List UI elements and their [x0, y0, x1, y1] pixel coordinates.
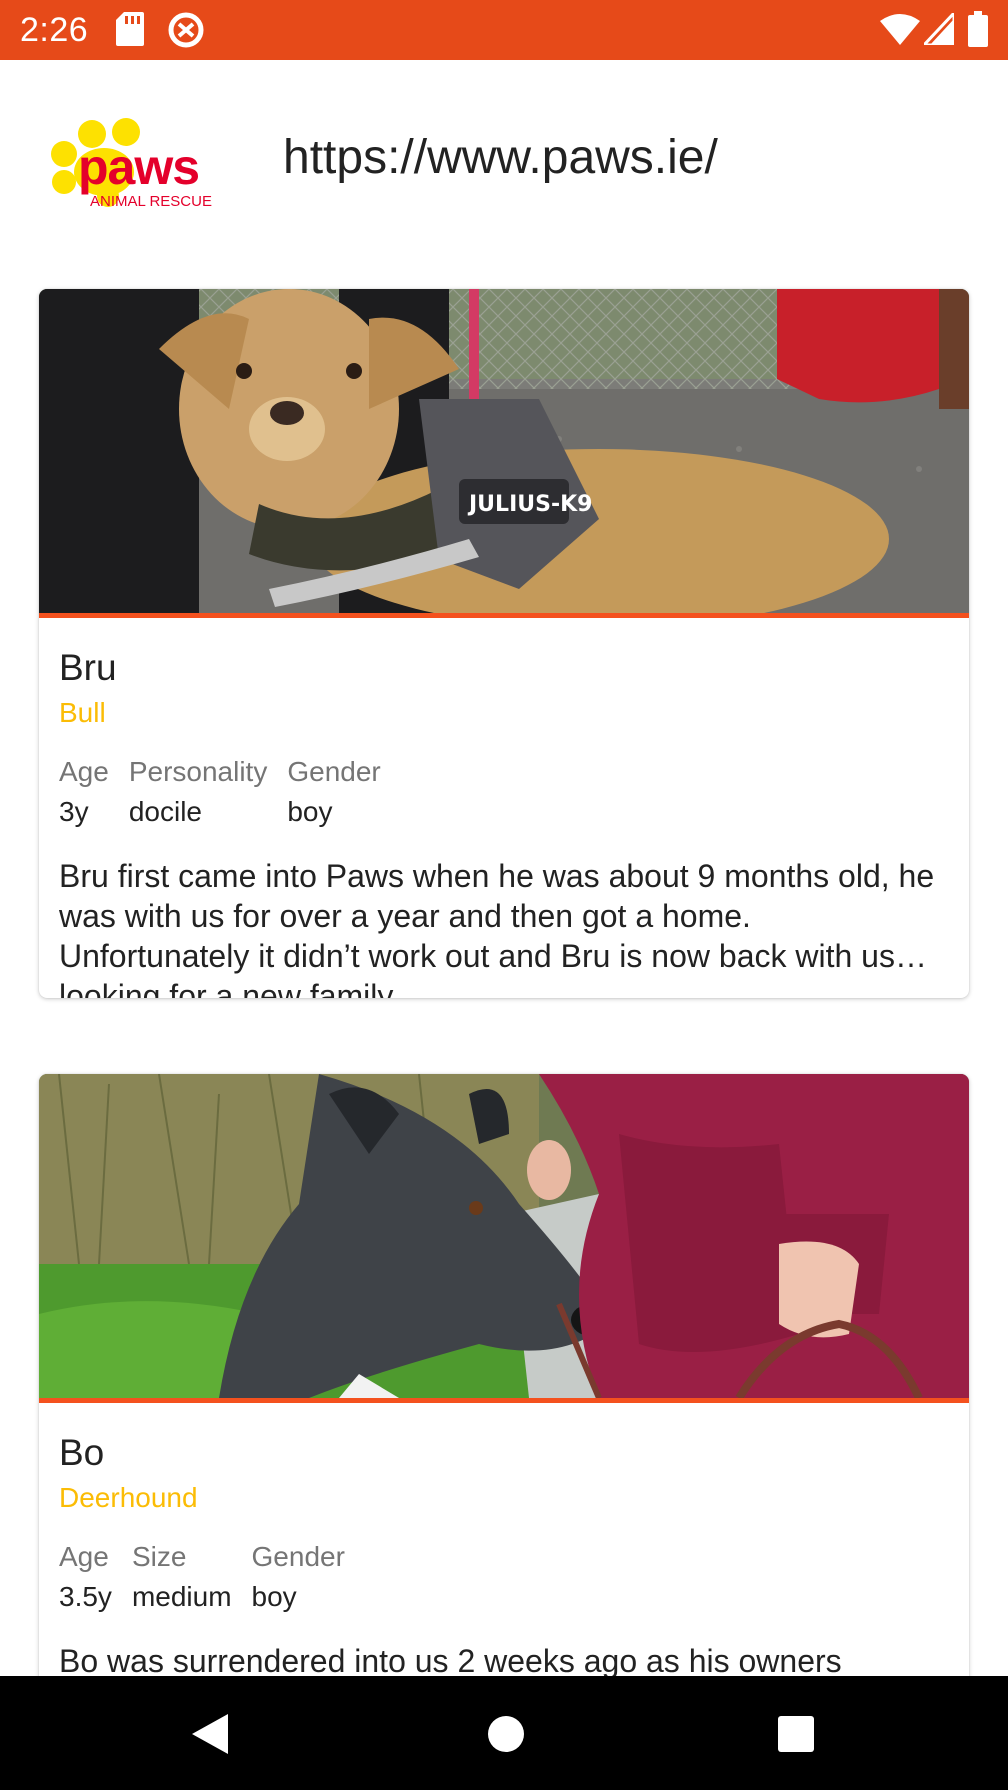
app-header: paws ANIMAL RESCUE https://www.paws.ie/ — [0, 60, 1008, 260]
recents-icon[interactable] — [776, 1712, 816, 1761]
pet-attributes: Age 3y Personality docile Gender boy — [59, 754, 949, 830]
status-bar: 2:26 — [0, 0, 1008, 60]
attr-label: Gender — [287, 756, 381, 787]
attr-value: 3y — [59, 796, 89, 827]
battery-icon — [968, 11, 988, 52]
pet-description: Bru first came into Paws when he was abo… — [59, 858, 935, 998]
sd-card-icon — [116, 12, 144, 51]
attr-label: Size — [131, 1541, 187, 1572]
logo-text: paws — [78, 139, 200, 195]
home-icon[interactable] — [486, 1712, 526, 1761]
status-time: 2:26 — [20, 11, 89, 49]
pet-card[interactable]: JULIUS-K9 Bru Bull Age 3y Personality do… — [39, 289, 969, 998]
pet-breed: Bull — [59, 697, 106, 728]
attr-value: 3.5y — [59, 1581, 112, 1612]
pet-photo — [39, 1074, 969, 1398]
pet-card[interactable]: Bo Deerhound Age 3.5y Size medium Gender… — [39, 1074, 969, 1703]
pet-name: Bru — [59, 647, 117, 688]
paws-logo: paws ANIMAL RESCUE — [48, 110, 218, 210]
logo-subtext: ANIMAL RESCUE — [90, 193, 212, 210]
pet-breed: Deerhound — [59, 1482, 198, 1513]
attr-value: docile — [128, 796, 202, 827]
attr-value: medium — [131, 1581, 232, 1612]
accent-divider — [39, 613, 969, 618]
attr-value: boy — [287, 796, 333, 827]
system-nav-bar — [0, 1676, 1008, 1790]
pet-name: Bo — [59, 1432, 105, 1473]
data-saver-icon — [167, 11, 205, 54]
cell-signal-icon — [920, 9, 956, 50]
attr-value: boy — [251, 1581, 297, 1612]
pet-photo: JULIUS-K9 — [39, 289, 969, 613]
attr-label: Personality — [128, 756, 268, 787]
svg-text:JULIUS-K9: JULIUS-K9 — [467, 492, 592, 517]
attr-label: Gender — [251, 1541, 345, 1572]
back-icon[interactable] — [190, 1712, 230, 1761]
attr-label: Age — [59, 756, 109, 787]
site-url[interactable]: https://www.paws.ie/ — [283, 130, 718, 185]
attr-label: Age — [59, 1541, 109, 1572]
pet-attributes: Age 3.5y Size medium Gender boy — [59, 1539, 949, 1615]
wifi-icon — [880, 13, 920, 50]
accent-divider — [39, 1398, 969, 1403]
